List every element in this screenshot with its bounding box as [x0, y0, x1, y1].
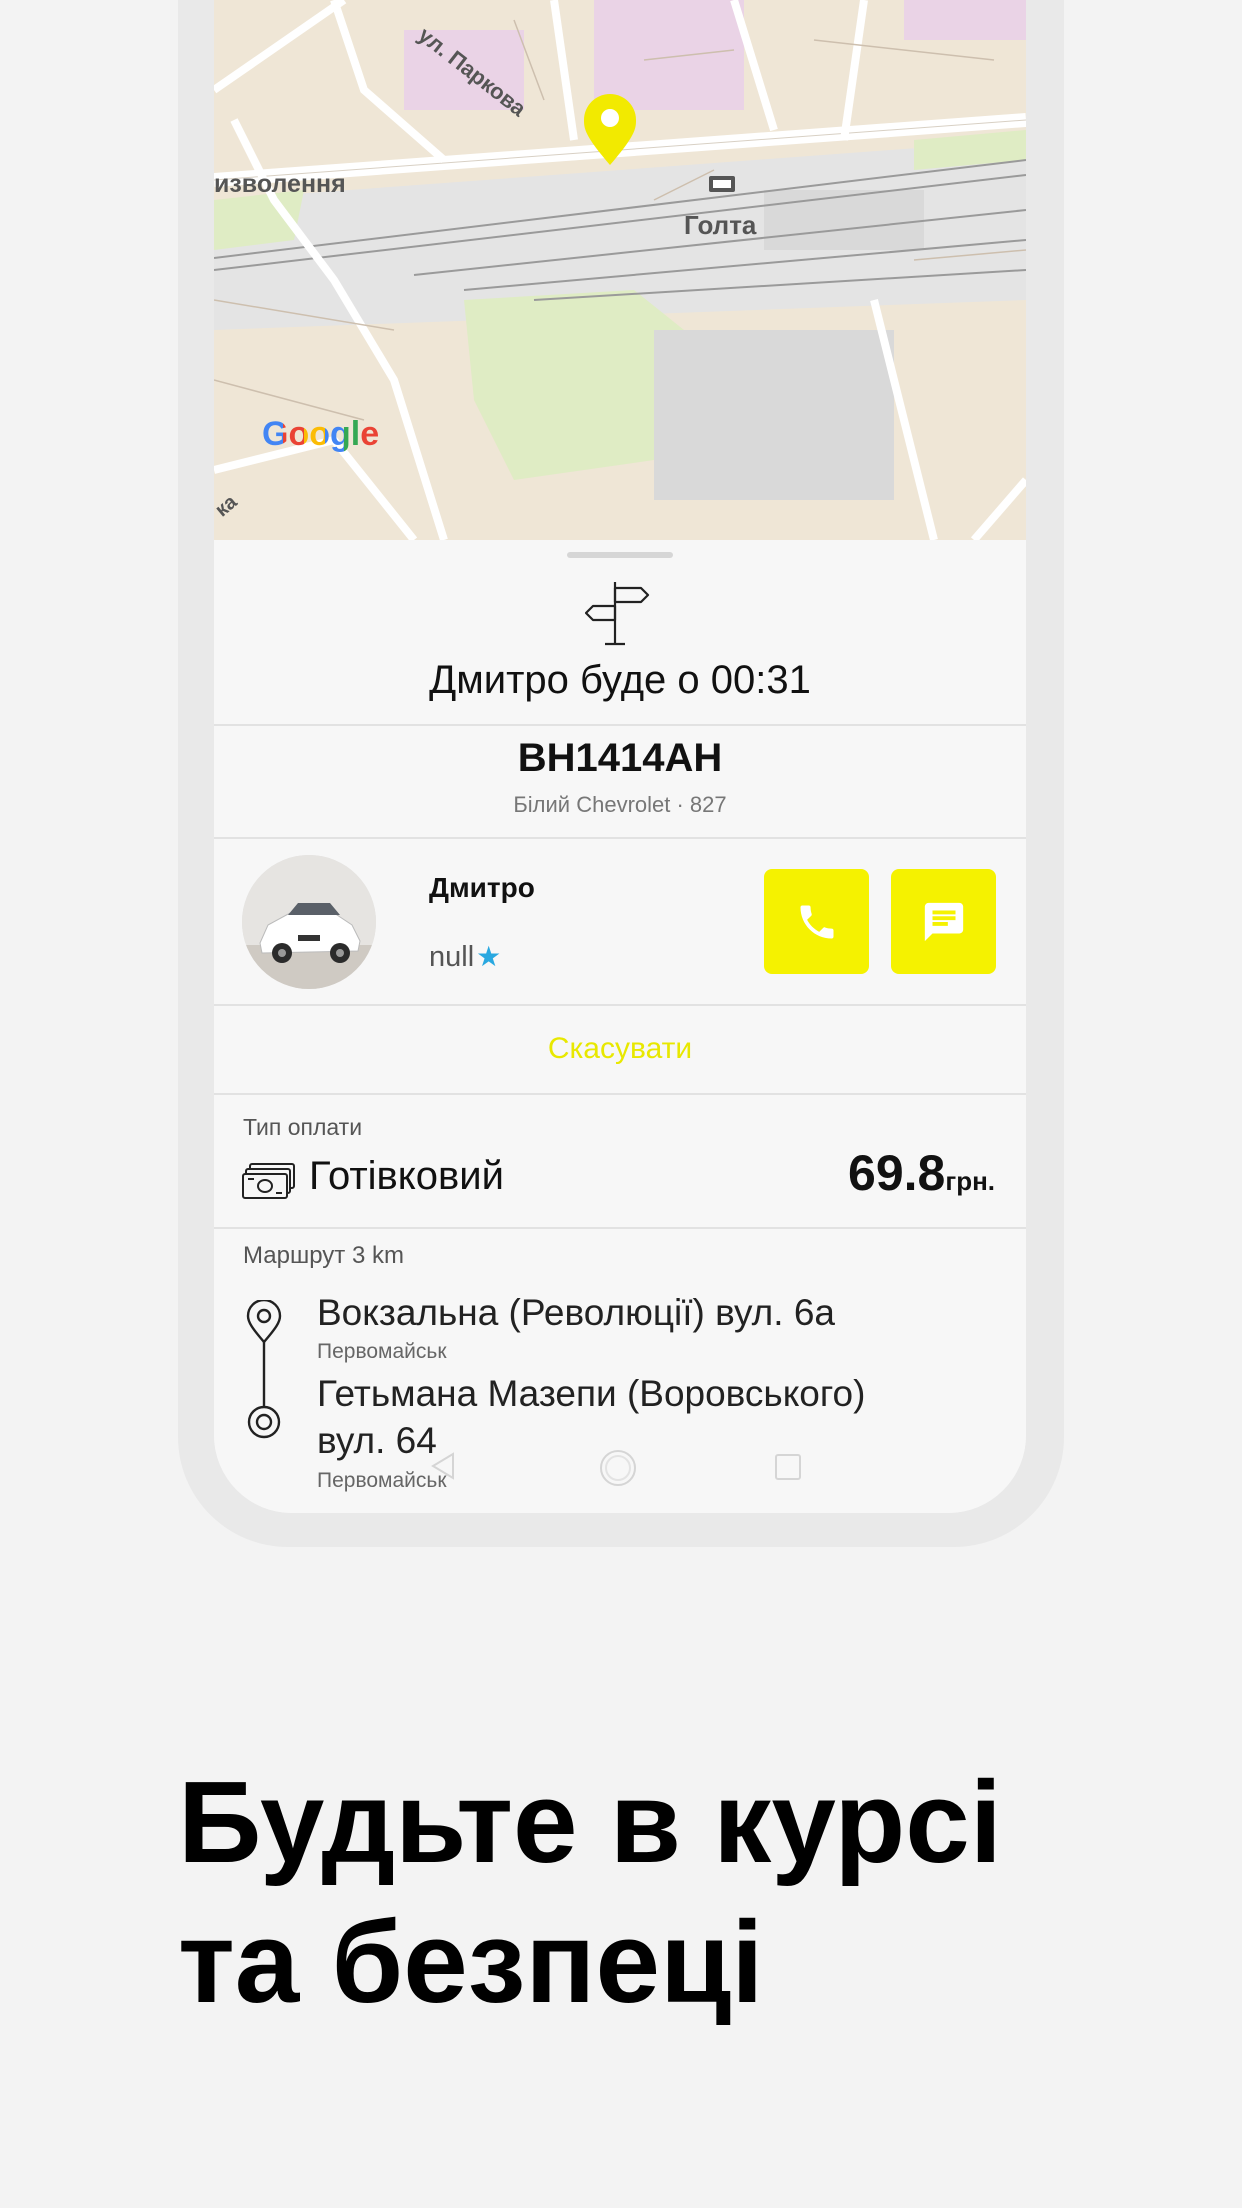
map-tiles: [214, 0, 1026, 540]
cancel-trip-button[interactable]: Скасувати: [214, 1032, 1026, 1066]
star-icon: ★: [476, 941, 502, 972]
divider: [214, 1093, 1026, 1095]
phone-screen: ул. Паркова изволення Голта ка Google Дм…: [214, 0, 1026, 1513]
car-photo: [242, 855, 376, 989]
message-icon: [924, 902, 963, 941]
google-logo: Google: [262, 415, 380, 453]
price-amount: 69.8: [848, 1145, 946, 1201]
promo-headline: Будьте в курсі та безпеці: [178, 1752, 1178, 2032]
dropoff-city: Первомайськ: [317, 1469, 447, 1492]
trip-price: 69.8грн.: [848, 1144, 995, 1202]
dropoff-address-line2: вул. 64: [317, 1420, 437, 1461]
divider: [214, 1004, 1026, 1006]
license-plate: BH1414AH: [517, 736, 723, 780]
car-description: Білий Chevrolet · 827: [513, 792, 727, 817]
driver-avatar: [242, 855, 376, 989]
pickup-address: Вокзальна (Революції) вул. 6а: [317, 1292, 835, 1333]
trip-sheet: Дмитро буде о 00:31 BH1414AH Білий Chevr…: [214, 540, 1026, 1513]
price-currency: грн.: [945, 1166, 995, 1196]
dropoff-address: Гетьмана Мазепи (Воровського): [317, 1373, 866, 1414]
nav-recents-icon[interactable]: [774, 1453, 802, 1481]
nav-back-icon[interactable]: [429, 1451, 457, 1481]
eta-text: Дмитро буде о 00:31: [429, 658, 811, 702]
headline-line-1: Будьте в курсі: [178, 1757, 1002, 1887]
nav-home-icon[interactable]: [598, 1448, 638, 1488]
call-driver-button[interactable]: [764, 869, 869, 974]
driver-rating: null★: [429, 940, 501, 974]
divider: [214, 1227, 1026, 1229]
sheet-drag-handle[interactable]: [567, 552, 673, 558]
headline-line-2: та безпеці: [178, 1897, 764, 2027]
map-street-label: изволення: [214, 170, 346, 198]
map-view[interactable]: ул. Паркова изволення Голта ка Google: [214, 0, 1026, 540]
message-driver-button[interactable]: [891, 869, 996, 974]
driver-name: Дмитро: [429, 872, 535, 903]
signpost-icon: [585, 582, 650, 646]
route-label: Маршрут 3 km: [243, 1242, 404, 1269]
route-line-icon: [246, 1300, 282, 1439]
cash-icon: [242, 1163, 295, 1199]
divider: [214, 837, 1026, 839]
rating-value: null: [429, 941, 475, 973]
phone-icon: [800, 905, 833, 938]
payment-type-value: Готівковий: [309, 1154, 504, 1198]
map-station-label: Голта: [684, 210, 757, 240]
divider: [214, 724, 1026, 726]
pickup-city: Первомайськ: [317, 1340, 447, 1363]
payment-type-label: Тип оплати: [243, 1114, 363, 1140]
